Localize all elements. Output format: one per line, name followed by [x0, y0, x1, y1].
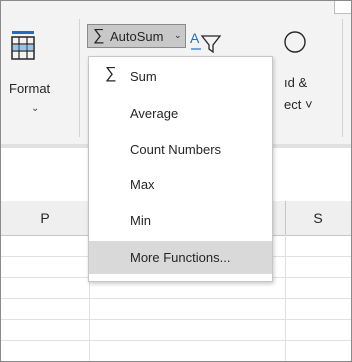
grid-line — [1, 298, 351, 299]
autosum-label: AutoSum — [110, 29, 164, 44]
grid-line — [1, 319, 351, 320]
sort-filter-icon[interactable]: A — [189, 27, 223, 55]
grid-line — [1, 340, 351, 341]
autosum-button[interactable]: ∑ AutoSum ⌄ — [87, 24, 186, 48]
find-select-icon[interactable] — [280, 27, 310, 55]
menu-item-label: Sum — [130, 69, 157, 84]
menu-item-min[interactable]: Min — [89, 204, 272, 237]
sigma-icon: ∑ — [93, 27, 105, 44]
excel-window: Format ⌄ ∑ AutoSum ⌄ A ıd & ect ˅ P S ∑ … — [0, 0, 352, 362]
menu-item-label: More Functions... — [130, 250, 231, 265]
menu-item-label: Min — [130, 213, 151, 228]
format-button[interactable]: Format ⌄ — [3, 25, 73, 129]
column-header-s[interactable]: S — [285, 201, 351, 235]
ribbon-group-divider — [342, 19, 343, 137]
find-select-label[interactable]: ıd & — [284, 75, 307, 90]
svg-text:A: A — [190, 30, 200, 46]
find-select-label-2[interactable]: ect ˅ — [284, 97, 313, 112]
autosum-dropdown-menu: ∑ Sum Average Count Numbers Max Min More… — [88, 56, 273, 282]
chevron-down-icon: ⌄ — [31, 103, 40, 114]
menu-item-label: Count Numbers — [130, 142, 222, 157]
ribbon-group-divider — [79, 19, 80, 137]
menu-item-label: Average — [130, 106, 179, 121]
format-label: Format — [9, 81, 51, 96]
menu-item-label: Max — [130, 177, 155, 192]
format-cells-icon — [11, 31, 35, 60]
menu-item-max[interactable]: Max — [89, 168, 272, 201]
sigma-icon: ∑ — [105, 65, 117, 82]
menu-item-more-functions[interactable]: More Functions... — [89, 241, 272, 274]
column-divider — [285, 201, 286, 235]
chevron-down-icon[interactable]: ⌄ — [174, 30, 182, 41]
menu-item-average[interactable]: Average — [89, 97, 272, 130]
column-header-p[interactable]: P — [1, 201, 89, 235]
ribbon-corner-icon — [334, 1, 351, 14]
menu-item-sum[interactable]: ∑ Sum — [89, 60, 272, 93]
menu-item-count-numbers[interactable]: Count Numbers — [89, 133, 272, 166]
